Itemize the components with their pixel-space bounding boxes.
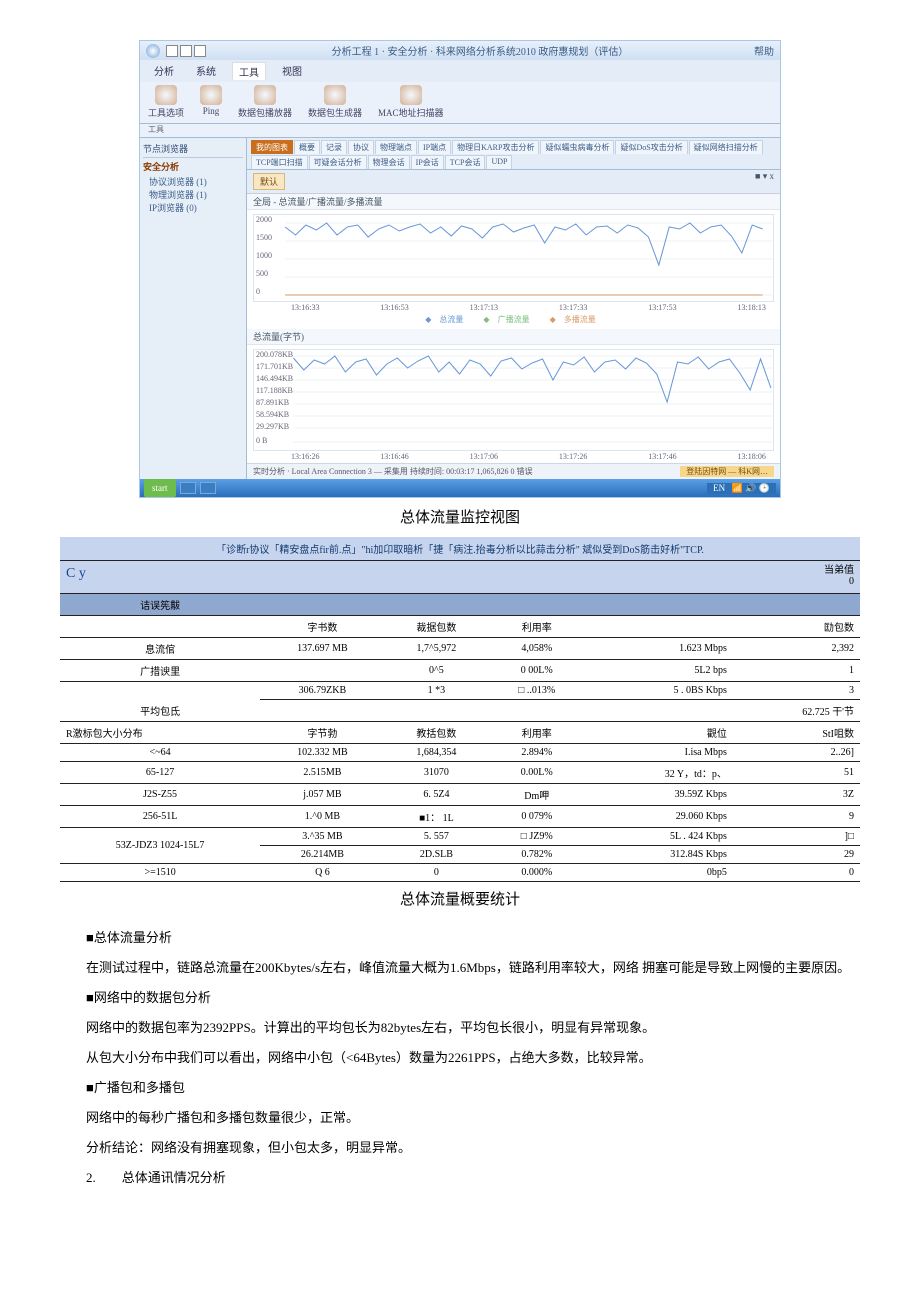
tool-icon (200, 85, 222, 105)
tool-icon (324, 85, 346, 105)
titlebar-button-icon (194, 45, 206, 57)
start-button: start (144, 479, 176, 497)
titlebar-button-icon (180, 45, 192, 57)
analysis-text: ■总体流量分析 在测试过程中，链路总流量在200Kbytes/s左右，峰值流量大… (60, 927, 860, 1189)
paragraph: 从包大小分布中我们可以看出，网络中小包（<64Bytes）数量为2261PPS，… (60, 1047, 860, 1069)
tab: 可疑会话分析 (309, 155, 367, 169)
system-tray: EN 📶 🔊 🕒 (707, 483, 776, 494)
menu-bar: 分析 系统 工具 视图 (140, 60, 780, 82)
ribbon-toolbar: 工具选项 Ping 数据包播放器 数据包生成器 MAC地址扫描器 (140, 82, 780, 124)
err-label: 诘误筅黻 (60, 594, 260, 616)
menu-item: 分析 (148, 62, 180, 80)
windows-taskbar: start EN 📶 🔊 🕒 (140, 479, 780, 497)
menu-item: 系统 (190, 62, 222, 80)
chart-legend: ◆ 总流量 ◆ 广播流量 ◆ 多播流量 (247, 314, 780, 325)
titlebar-button-icon (166, 45, 178, 57)
tool-label: 数据包生成器 (308, 106, 362, 119)
sidebar-item: 物理浏览器 (1) (149, 189, 243, 202)
tab: 协议 (348, 140, 374, 154)
tab: 疑似蠕虫病毒分析 (540, 140, 614, 154)
section-heading: ■网络中的数据包分析 (60, 987, 860, 1009)
section-heading: ■广播包和多播包 (60, 1077, 860, 1099)
tool-label: 数据包播放器 (238, 106, 292, 119)
tab: UDP (486, 155, 512, 169)
tab: 物理端点 (375, 140, 417, 154)
help-link: 帮助 (754, 43, 774, 58)
default-button: 默认 (253, 173, 285, 190)
paragraph: 网络中的数据包率为2392PPS。计算出的平均包长为82bytes左右，平均包长… (60, 1017, 860, 1039)
section-heading: ■总体流量分析 (60, 927, 860, 949)
app-screenshot: 分析工程 1 · 安全分析 · 科来网络分析系统2010 政府惠规划（评估） 帮… (139, 40, 781, 498)
sidebar-title: 节点浏览器 (143, 142, 243, 158)
chart2-header: 总流量(字节) (247, 329, 780, 345)
window-titlebar: 分析工程 1 · 安全分析 · 科来网络分析系统2010 政府惠规划（评估） 帮… (140, 41, 780, 60)
tab: IP会话 (411, 155, 444, 169)
app-logo-icon (146, 44, 160, 58)
tool-label: 工具选项 (148, 106, 184, 119)
sidebar-item: IP浏览器 (0) (149, 202, 243, 215)
paragraph: 分析结论：网络没有拥塞现象，但小包太多，明显异常。 (60, 1137, 860, 1159)
tool-label: MAC地址扫描器 (378, 106, 444, 119)
tab: TCP会话 (445, 155, 486, 169)
table-caption: 总体流量概要统计 (60, 888, 860, 909)
paragraph: 在测试过程中，链路总流量在200Kbytes/s左右，峰值流量大概为1.6Mbp… (60, 957, 860, 979)
chart-header: 全局 - 总流量/广播流量/多播流量 (247, 194, 780, 210)
node-browser-sidebar: 节点浏览器 安全分析 协议浏览器 (1) 物理浏览器 (1) IP浏览器 (0) (140, 138, 247, 479)
tab: 记录 (321, 140, 347, 154)
section-number: 2. 总体通讯情况分析 (60, 1167, 860, 1189)
figure-caption: 总体流量监控视图 (60, 506, 860, 527)
tool-label: Ping (203, 106, 220, 116)
tab: 物理会话 (368, 155, 410, 169)
tool-icon (155, 85, 177, 105)
summary-table: 「诊断r协议「精安盘点fir前.点」"hi加卬取暗析「捷「病注.抬毒分析以比蒜击… (60, 537, 860, 882)
sidebar-group: 安全分析 (143, 160, 243, 173)
tab-active: 我的图表 (251, 140, 293, 154)
tab: TCP端口扫描 (251, 155, 308, 169)
tool-icon (400, 85, 422, 105)
chart2-xaxis: 13:16:26 13:16:46 13:17:06 13:17:26 13:1… (283, 452, 774, 461)
cy-indicator: C y (66, 566, 86, 581)
paragraph: 网络中的每秒广播包和多播包数量很少，正常。 (60, 1107, 860, 1129)
bytes-line-chart: 200.078KB 171.701KB 146.494KB 117.188KB … (253, 349, 774, 451)
tab: 物理日KARP攻击分析 (452, 140, 539, 154)
menu-item: 视图 (276, 62, 308, 80)
window-title: 分析工程 1 · 安全分析 · 科来网络分析系统2010 政府惠规划（评估） (212, 43, 748, 58)
tab: 疑似DoS攻击分析 (615, 140, 687, 154)
menu-item-active: 工具 (232, 62, 266, 80)
table-top-band: 「诊断r协议「精安盘点fir前.点」"hi加卬取暗析「捷「病注.抬毒分析以比蒜击… (60, 537, 860, 561)
tab: IP端点 (418, 140, 451, 154)
tab: 概要 (294, 140, 320, 154)
app-footer: 实时分析 · Local Area Connection 3 — 采集用 持续时… (247, 463, 780, 479)
traffic-line-chart: 2000 1500 1000 500 0 (253, 214, 774, 302)
tool-icon (254, 85, 276, 105)
ribbon-group-label: 工具 (140, 124, 780, 138)
sidebar-item: 协议浏览器 (1) (149, 176, 243, 189)
default-button-row: 默认 ■ ▾ x (247, 170, 780, 194)
chart-xaxis: 13:16:33 13:16:53 13:17:13 13:17:33 13:1… (283, 303, 774, 312)
tab: 疑似网络扫描分析 (689, 140, 763, 154)
analysis-tabs: 我的图表 概要 记录 协议 物理端点 IP端点 物理日KARP攻击分析 疑似蠕虫… (247, 138, 780, 170)
